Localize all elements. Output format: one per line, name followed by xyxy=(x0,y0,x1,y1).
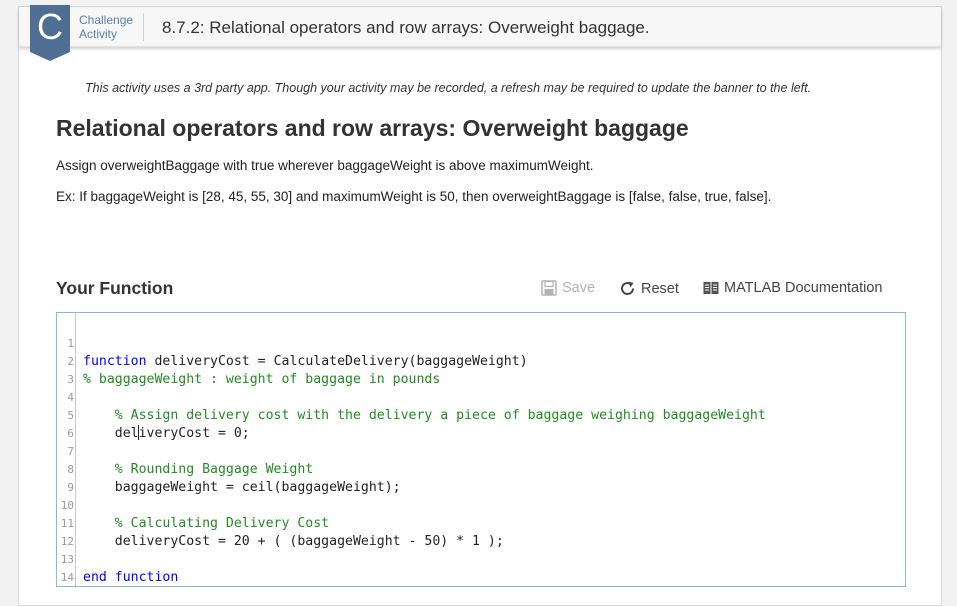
matlab-documentation-link[interactable]: MATLAB Documentation xyxy=(703,280,883,296)
activity-title: 8.7.2: Relational operators and row arra… xyxy=(162,18,650,37)
code-line[interactable]: 10 % Calculating Delivery Cost xyxy=(57,479,905,531)
badge-letter: C xyxy=(37,6,63,47)
code-line[interactable]: 1 function deliveryCost = CalculateDeliv… xyxy=(57,317,905,369)
code-line[interactable]: 8 baggageWeight = ceil(baggageWeight); xyxy=(57,443,905,495)
save-button[interactable]: Save xyxy=(541,280,595,296)
code-line[interactable]: 5 deliveryCost = 0; xyxy=(57,389,905,441)
code-line[interactable]: 6 xyxy=(57,407,905,440)
code-line[interactable]: 4 % Assign delivery cost with the delive… xyxy=(57,371,905,423)
code-line[interactable]: 13 end function xyxy=(57,533,905,585)
code-line[interactable]: 2 % baggageWeight : weight of baggage in… xyxy=(57,335,905,387)
activity-type-label: Challenge Activity xyxy=(79,13,133,41)
code-line[interactable]: 7 % Rounding Baggage Weight xyxy=(57,425,905,477)
save-label: Save xyxy=(562,280,596,296)
book-icon xyxy=(703,282,719,294)
activity-header: C Challenge Activity 8.7.2: Relational o… xyxy=(19,5,941,61)
problem-instruction: Assign overweightBaggage with true where… xyxy=(56,158,594,173)
problem-title: Relational operators and row arrays: Ove… xyxy=(56,115,689,141)
code-line[interactable]: 11 deliveryCost = 20 + ( (baggageWeight … xyxy=(57,497,905,549)
docs-label: MATLAB Documentation xyxy=(724,280,883,296)
reset-button[interactable]: Reset xyxy=(619,280,679,297)
code-line[interactable]: 9 xyxy=(57,461,905,494)
third-party-notice: This activity uses a 3rd party app. Thou… xyxy=(85,81,812,95)
code-line[interactable]: 3 xyxy=(57,353,905,386)
problem-example: Ex: If baggageWeight is [28, 45, 55, 30]… xyxy=(56,189,772,204)
challenge-activity-card: C Challenge Activity 8.7.2: Relational o… xyxy=(18,5,942,606)
code-editor[interactable]: 1 function deliveryCost = CalculateDeliv… xyxy=(56,312,906,587)
activity-type-line2: Activity xyxy=(79,27,118,41)
header-divider xyxy=(143,13,144,41)
code-line[interactable]: 12 xyxy=(57,515,905,548)
reset-arrow-icon xyxy=(621,281,634,295)
reset-label: Reset xyxy=(641,280,679,297)
your-function-heading: Your Function xyxy=(56,278,174,298)
floppy-disk-icon xyxy=(541,280,557,296)
challenge-badge-icon: C xyxy=(30,5,70,61)
code-line[interactable]: 14 xyxy=(57,551,905,584)
code-line[interactable]: 15 xyxy=(57,569,905,586)
activity-type-line1: Challenge xyxy=(79,13,134,27)
